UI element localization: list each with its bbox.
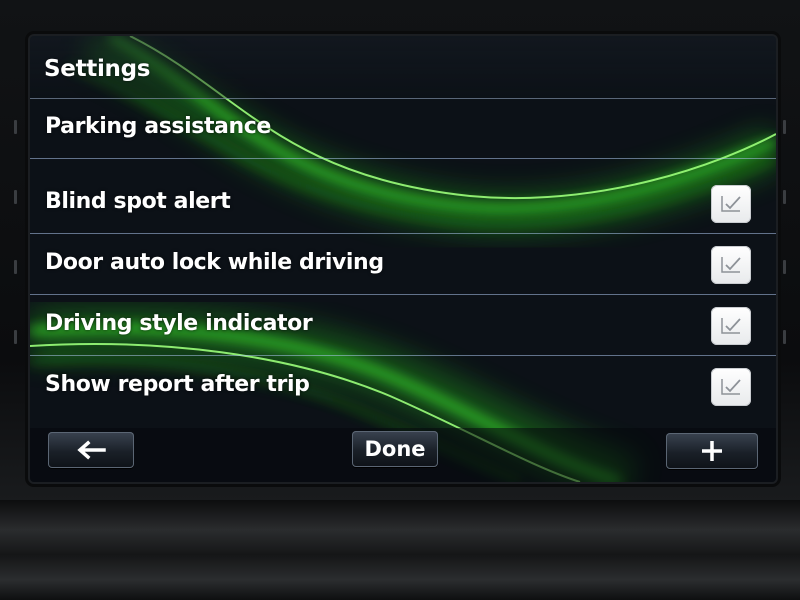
setting-row-parking-assistance[interactable]: Parking assistance bbox=[30, 98, 776, 159]
arrow-left-icon bbox=[77, 440, 106, 460]
check-icon bbox=[721, 318, 741, 334]
settings-screen: Settings Parking assistance Blind spot a… bbox=[30, 36, 776, 482]
header-bar: Settings bbox=[30, 36, 776, 99]
setting-row-blind-spot-alert[interactable]: Blind spot alert bbox=[30, 173, 776, 234]
show-report-checkbox[interactable] bbox=[711, 368, 751, 406]
back-button[interactable] bbox=[48, 432, 134, 468]
done-button[interactable]: Done bbox=[352, 431, 438, 467]
setting-label: Blind spot alert bbox=[45, 189, 231, 214]
bezel-tick bbox=[14, 120, 17, 134]
setting-row-driving-style-indicator[interactable]: Driving style indicator bbox=[30, 295, 776, 356]
driving-style-indicator-checkbox[interactable] bbox=[711, 307, 751, 345]
setting-label: Show report after trip bbox=[45, 372, 310, 397]
setting-label: Driving style indicator bbox=[45, 311, 313, 336]
bezel-tick bbox=[14, 260, 17, 274]
setting-label: Parking assistance bbox=[45, 114, 271, 139]
page-title: Settings bbox=[44, 56, 151, 82]
setting-row-door-auto-lock[interactable]: Door auto lock while driving bbox=[30, 234, 776, 295]
footer-bar: Done bbox=[30, 428, 776, 482]
check-icon bbox=[721, 257, 741, 273]
bezel-tick bbox=[783, 190, 786, 204]
bezel-tick bbox=[783, 260, 786, 274]
device-bezel-bottom bbox=[0, 500, 800, 600]
add-button[interactable] bbox=[666, 433, 758, 469]
check-icon bbox=[721, 379, 741, 395]
setting-label: Door auto lock while driving bbox=[45, 250, 384, 275]
bezel-tick bbox=[783, 330, 786, 344]
plus-icon bbox=[702, 441, 722, 461]
setting-row-show-report-after-trip[interactable]: Show report after trip bbox=[30, 356, 776, 416]
blind-spot-alert-checkbox[interactable] bbox=[711, 185, 751, 223]
bezel-tick bbox=[783, 120, 786, 134]
bezel-tick bbox=[14, 330, 17, 344]
bezel-tick bbox=[14, 190, 17, 204]
check-icon bbox=[721, 196, 741, 212]
door-auto-lock-checkbox[interactable] bbox=[711, 246, 751, 284]
